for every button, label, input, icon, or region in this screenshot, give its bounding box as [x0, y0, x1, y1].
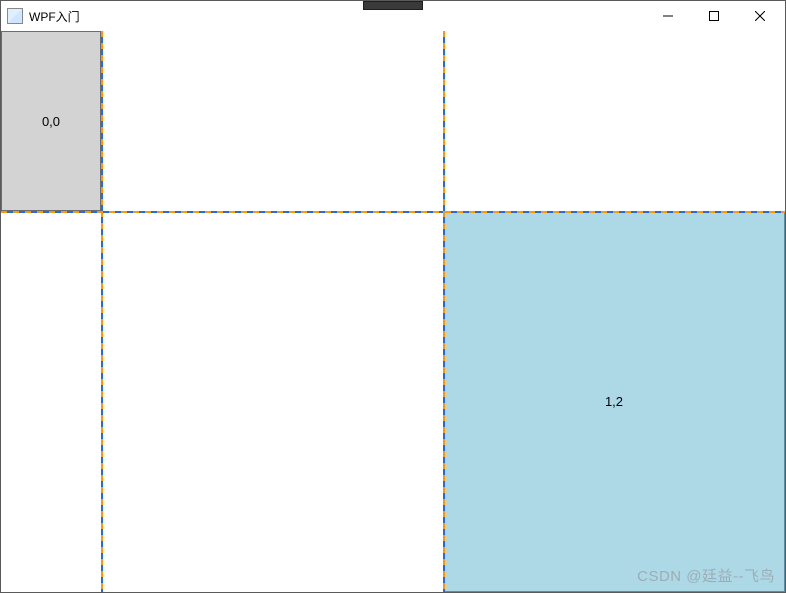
app-icon — [7, 8, 23, 24]
debug-handle[interactable] — [363, 1, 423, 10]
window-controls — [645, 1, 783, 31]
cell-label: 1,2 — [605, 394, 623, 409]
minimize-icon — [663, 11, 673, 21]
maximize-icon — [709, 11, 719, 21]
minimize-button[interactable] — [645, 1, 691, 31]
cell-label: 0,0 — [42, 114, 60, 129]
grid-cell-0-0: 0,0 — [1, 31, 101, 211]
close-button[interactable] — [737, 1, 783, 31]
grid-cell-1-2: 1,2 — [443, 211, 785, 592]
title-bar[interactable]: WPF入门 — [1, 1, 785, 31]
client-area: 0,0 1,2 CSDN @廷益--飞鸟 — [1, 31, 785, 592]
title-bar-left: WPF入门 — [7, 8, 80, 25]
app-window: WPF入门 0,0 1,2 CSDN — [0, 0, 786, 593]
close-icon — [755, 11, 765, 21]
wpf-grid: 0,0 1,2 — [1, 31, 785, 592]
window-title: WPF入门 — [29, 8, 80, 25]
maximize-button[interactable] — [691, 1, 737, 31]
